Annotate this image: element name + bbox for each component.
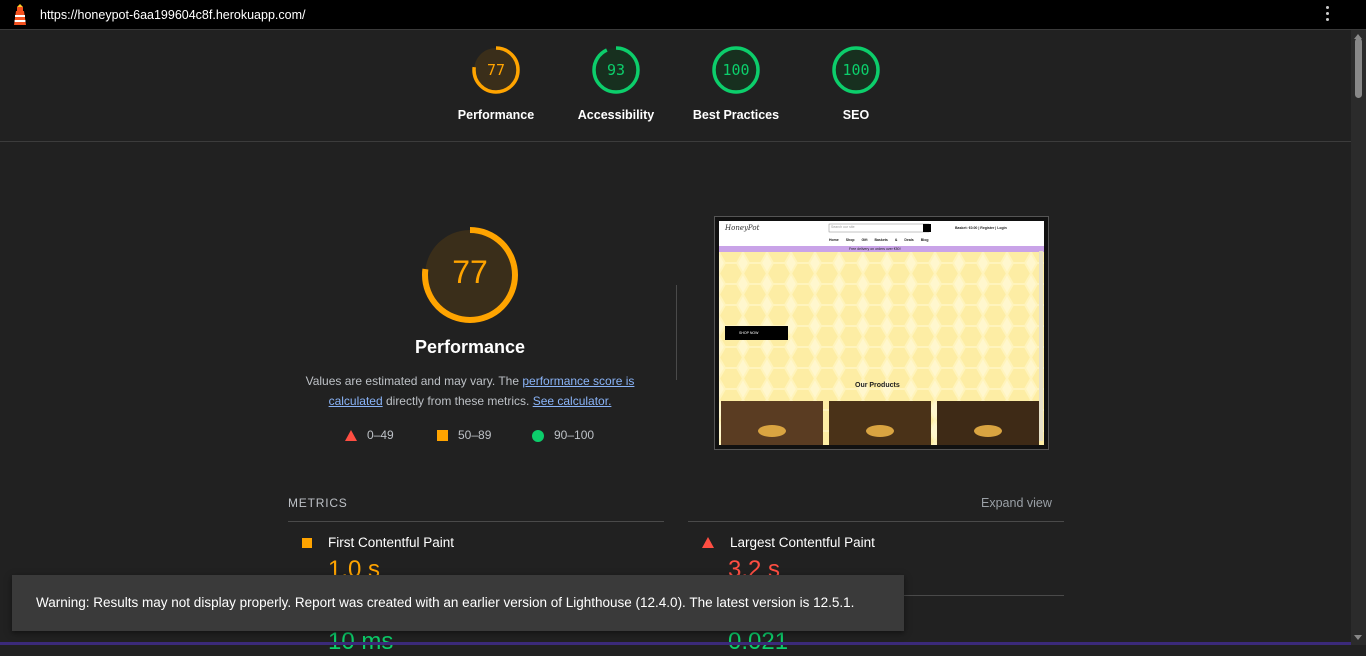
square-icon (302, 537, 312, 548)
thumb-nav-item: Shop (845, 238, 855, 242)
honeycomb-background (719, 221, 1044, 445)
thumb-logo: HoneyPot (725, 224, 760, 232)
gauge-score: 100 (842, 61, 870, 79)
screenshot-content: HoneyPot Search our site Basket: €0.00 |… (719, 221, 1044, 445)
legend-label: 0–49 (367, 428, 394, 442)
circle-icon (532, 429, 544, 442)
performance-score: 77 (452, 254, 488, 290)
thumb-nav-item: Home (829, 238, 839, 242)
gauge-score: 93 (606, 61, 626, 79)
triangle-icon (345, 430, 357, 442)
gauge-best-practices[interactable]: 100 Best Practices (676, 45, 796, 122)
thumb-basket: Basket: €0.00 | Register | Login (955, 226, 1007, 230)
legend-label: 90–100 (554, 428, 595, 442)
legend-fail: 0–49 (345, 428, 394, 442)
gauge-label: SEO (842, 108, 870, 122)
thumb-search: Search our site (831, 225, 855, 229)
category-gauges: 77 Performance 93 Accessibility 100 Best… (0, 30, 1351, 142)
page-url[interactable]: https://honeypot-6aa199604c8f.herokuapp.… (40, 8, 305, 22)
performance-summary: 77 Performance Values are estimated and … (300, 225, 640, 411)
metric-label: First Contentful Paint (328, 535, 455, 551)
gauge-seo[interactable]: 100 SEO (796, 45, 916, 122)
metrics-heading: METRICS (288, 496, 348, 510)
scroll-thumb[interactable] (1355, 38, 1362, 98)
warning-toast: Warning: Results may not display properl… (12, 575, 904, 631)
gauge-score: 77 (486, 61, 506, 79)
gauge-label: Best Practices (692, 108, 780, 122)
thumb-nav-item: Blog (920, 238, 929, 242)
lighthouse-logo-icon (14, 4, 26, 25)
gauge-score: 100 (722, 61, 750, 79)
thumb-shop-now: SHOP NOW (739, 331, 759, 335)
thumb-nav-item: Gift Baskets & Deals (861, 238, 914, 242)
desc-text: Values are estimated and may vary. The (305, 374, 523, 388)
legend-label: 50–89 (458, 428, 492, 442)
legend-average: 50–89 (437, 428, 491, 442)
gauge-label: Accessibility (577, 108, 655, 122)
divider (288, 521, 664, 522)
desc-text: directly from these metrics. (382, 394, 533, 408)
final-screenshot[interactable]: HoneyPot Search our site Basket: €0.00 |… (714, 216, 1049, 450)
scrollbar[interactable] (1351, 30, 1366, 645)
triangle-icon (702, 537, 714, 549)
gauge-accessibility[interactable]: 93 Accessibility (556, 45, 676, 122)
divider (688, 521, 1064, 522)
warning-message: Warning: Results may not display properl… (36, 595, 855, 610)
performance-title: Performance (414, 337, 526, 357)
gauge-performance[interactable]: 77 Performance (436, 45, 556, 122)
scroll-down-icon[interactable] (1354, 635, 1362, 640)
divider (676, 285, 677, 380)
thumb-promo: Free delivery on orders over €50! (849, 247, 901, 251)
see-calculator-link[interactable]: See calculator. (533, 394, 612, 408)
expand-view-button[interactable]: Expand view (981, 496, 1052, 510)
more-menu-icon[interactable] (1324, 6, 1330, 24)
address-bar: https://honeypot-6aa199604c8f.herokuapp.… (0, 0, 1366, 30)
performance-description: Values are estimated and may vary. The p… (300, 371, 640, 411)
metric-lcp: Largest Contentful Paint 3.2 s (702, 534, 875, 583)
square-icon (437, 430, 448, 442)
metric-label: Largest Contentful Paint (730, 535, 875, 551)
metric-fcp: First Contentful Paint 1.0 s (302, 534, 455, 583)
thumb-nav: Home Shop Gift Baskets & Deals Blog (829, 238, 928, 242)
legend-pass: 90–100 (532, 428, 594, 442)
gauge-label: Performance (457, 108, 535, 122)
thumb-our-products: Our Products (855, 382, 900, 389)
